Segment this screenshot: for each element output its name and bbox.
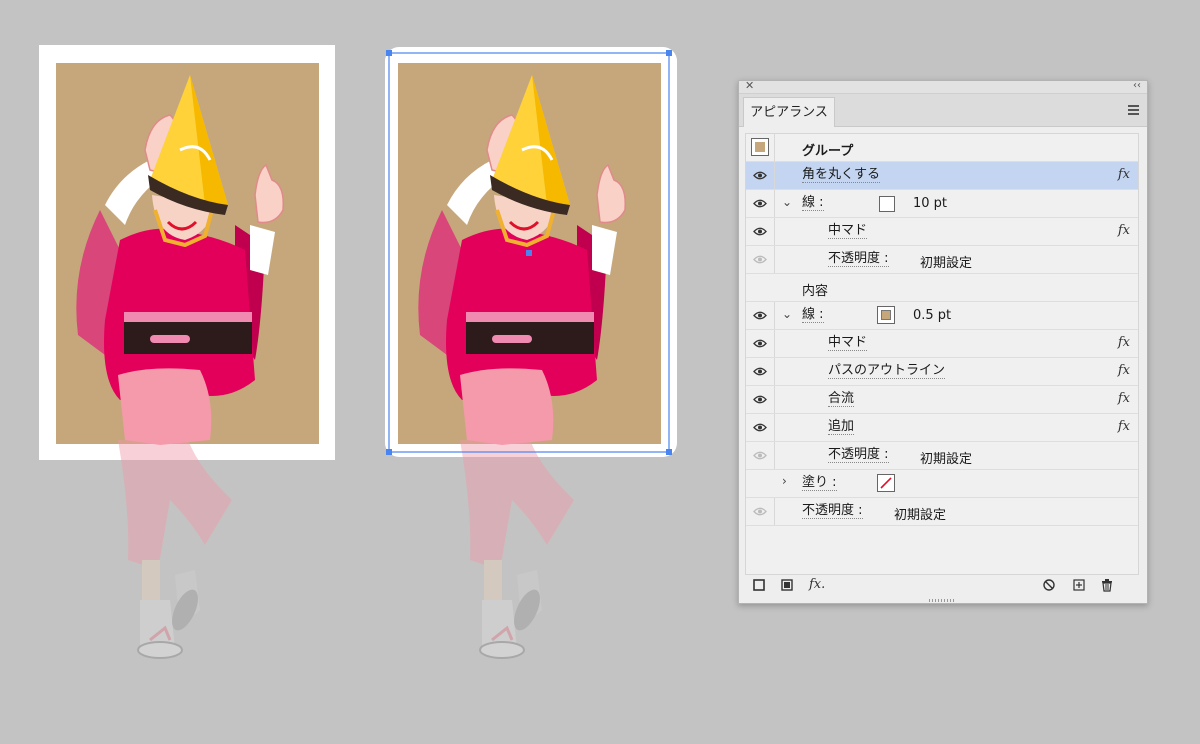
row-effect-outline[interactable]: パスのアウトライン fx — [746, 358, 1138, 386]
row-group[interactable]: グループ — [746, 134, 1138, 162]
eye-icon[interactable] — [746, 498, 775, 525]
eye-icon[interactable] — [746, 190, 775, 217]
collapse-icon[interactable]: ‹‹ — [1133, 78, 1141, 94]
appearance-panel: ✕ ‹‹ アピアランス グループ 角を丸くする fx ⌄ 線 : 10 pt 中… — [738, 78, 1148, 604]
stroke-2-label[interactable]: 線 : — [802, 308, 824, 323]
row-fill[interactable]: › 塗り : — [746, 470, 1138, 498]
fx-icon[interactable]: fx — [1118, 391, 1130, 406]
opacity-2-label[interactable]: 不透明度 : — [828, 448, 889, 463]
row-round-corners[interactable]: 角を丸くする fx — [746, 162, 1138, 190]
menu-icon[interactable] — [1128, 105, 1139, 117]
fx-icon[interactable]: fx — [1118, 419, 1130, 434]
row-effect-merge[interactable]: 合流 fx — [746, 386, 1138, 414]
chevron-down-icon[interactable]: ⌄ — [782, 195, 792, 209]
stroke-1-label[interactable]: 線 : — [802, 196, 824, 211]
row-effect-center-2[interactable]: 中マド fx — [746, 330, 1138, 358]
artwork-original — [39, 45, 335, 660]
eye-icon[interactable] — [746, 358, 775, 385]
chevron-down-icon[interactable]: ⌄ — [782, 307, 792, 321]
row-effect-add[interactable]: 追加 fx — [746, 414, 1138, 442]
row-stroke-2[interactable]: ⌄ 線 : 0.5 pt — [746, 302, 1138, 330]
row-opacity-1[interactable]: 不透明度 : 初期設定 — [746, 246, 1138, 274]
fill-swatch-none[interactable] — [877, 474, 895, 492]
group-thumbnail — [751, 138, 769, 156]
eye-icon[interactable] — [746, 302, 775, 329]
eye-icon[interactable] — [746, 330, 775, 357]
eye-icon[interactable] — [746, 414, 775, 441]
opacity-1-value: 初期設定 — [920, 256, 973, 271]
close-icon[interactable]: ✕ — [745, 78, 754, 94]
artwork-rounded[interactable] — [380, 0, 710, 744]
eye-icon[interactable] — [746, 162, 775, 189]
panel-tabbar: アピアランス — [739, 94, 1147, 127]
opacity-1-label[interactable]: 不透明度 : — [828, 252, 889, 267]
content-label: 内容 — [802, 284, 829, 299]
chevron-right-icon[interactable]: › — [782, 474, 787, 488]
stroke-2-value[interactable]: 0.5 pt — [913, 308, 951, 323]
effect-merge-label[interactable]: 合流 — [828, 392, 855, 407]
stroke-1-swatch[interactable] — [879, 196, 895, 212]
eye-icon[interactable] — [746, 442, 775, 469]
row-stroke-1[interactable]: ⌄ 線 : 10 pt — [746, 190, 1138, 218]
clear-icon[interactable] — [1043, 579, 1055, 594]
round-corners-label[interactable]: 角を丸くする — [802, 168, 881, 183]
effect-add-label[interactable]: 追加 — [828, 420, 855, 435]
new-stroke-icon[interactable] — [753, 579, 765, 594]
appearance-list: グループ 角を丸くする fx ⌄ 線 : 10 pt 中マド fx 不透明度 :… — [745, 133, 1139, 575]
group-label: グループ — [802, 144, 854, 159]
row-content[interactable]: 内容 — [746, 274, 1138, 302]
eye-icon[interactable] — [746, 218, 775, 245]
stroke-1-value[interactable]: 10 pt — [913, 196, 947, 211]
duplicate-icon[interactable] — [1073, 579, 1085, 594]
effect-center-2-label[interactable]: 中マド — [828, 336, 868, 351]
fx-icon[interactable]: fx — [1118, 335, 1130, 350]
row-opacity-3[interactable]: 不透明度 : 初期設定 — [746, 498, 1138, 526]
fx-icon[interactable]: fx — [1118, 167, 1130, 182]
panel-header: ✕ ‹‹ — [739, 78, 1147, 94]
resize-grip[interactable] — [929, 599, 955, 602]
panel-bottom-bar: fx. — [745, 575, 1137, 599]
tab-appearance[interactable]: アピアランス — [743, 97, 835, 127]
fx-icon[interactable]: fx — [1118, 363, 1130, 378]
opacity-2-value: 初期設定 — [920, 452, 973, 467]
stroke-2-swatch[interactable] — [877, 306, 895, 324]
eye-icon[interactable] — [746, 246, 775, 273]
opacity-3-value: 初期設定 — [894, 508, 947, 523]
trash-icon[interactable] — [1101, 579, 1113, 595]
add-effect-icon[interactable]: fx. — [809, 577, 825, 592]
new-fill-icon[interactable] — [781, 579, 793, 594]
effect-center-1-label[interactable]: 中マド — [828, 224, 868, 239]
opacity-3-label[interactable]: 不透明度 : — [802, 504, 863, 519]
eye-icon[interactable] — [746, 386, 775, 413]
fill-label[interactable]: 塗り : — [802, 476, 837, 491]
row-effect-center-1[interactable]: 中マド fx — [746, 218, 1138, 246]
effect-outline-label[interactable]: パスのアウトライン — [828, 364, 946, 379]
fx-icon[interactable]: fx — [1118, 223, 1130, 238]
row-opacity-2[interactable]: 不透明度 : 初期設定 — [746, 442, 1138, 470]
